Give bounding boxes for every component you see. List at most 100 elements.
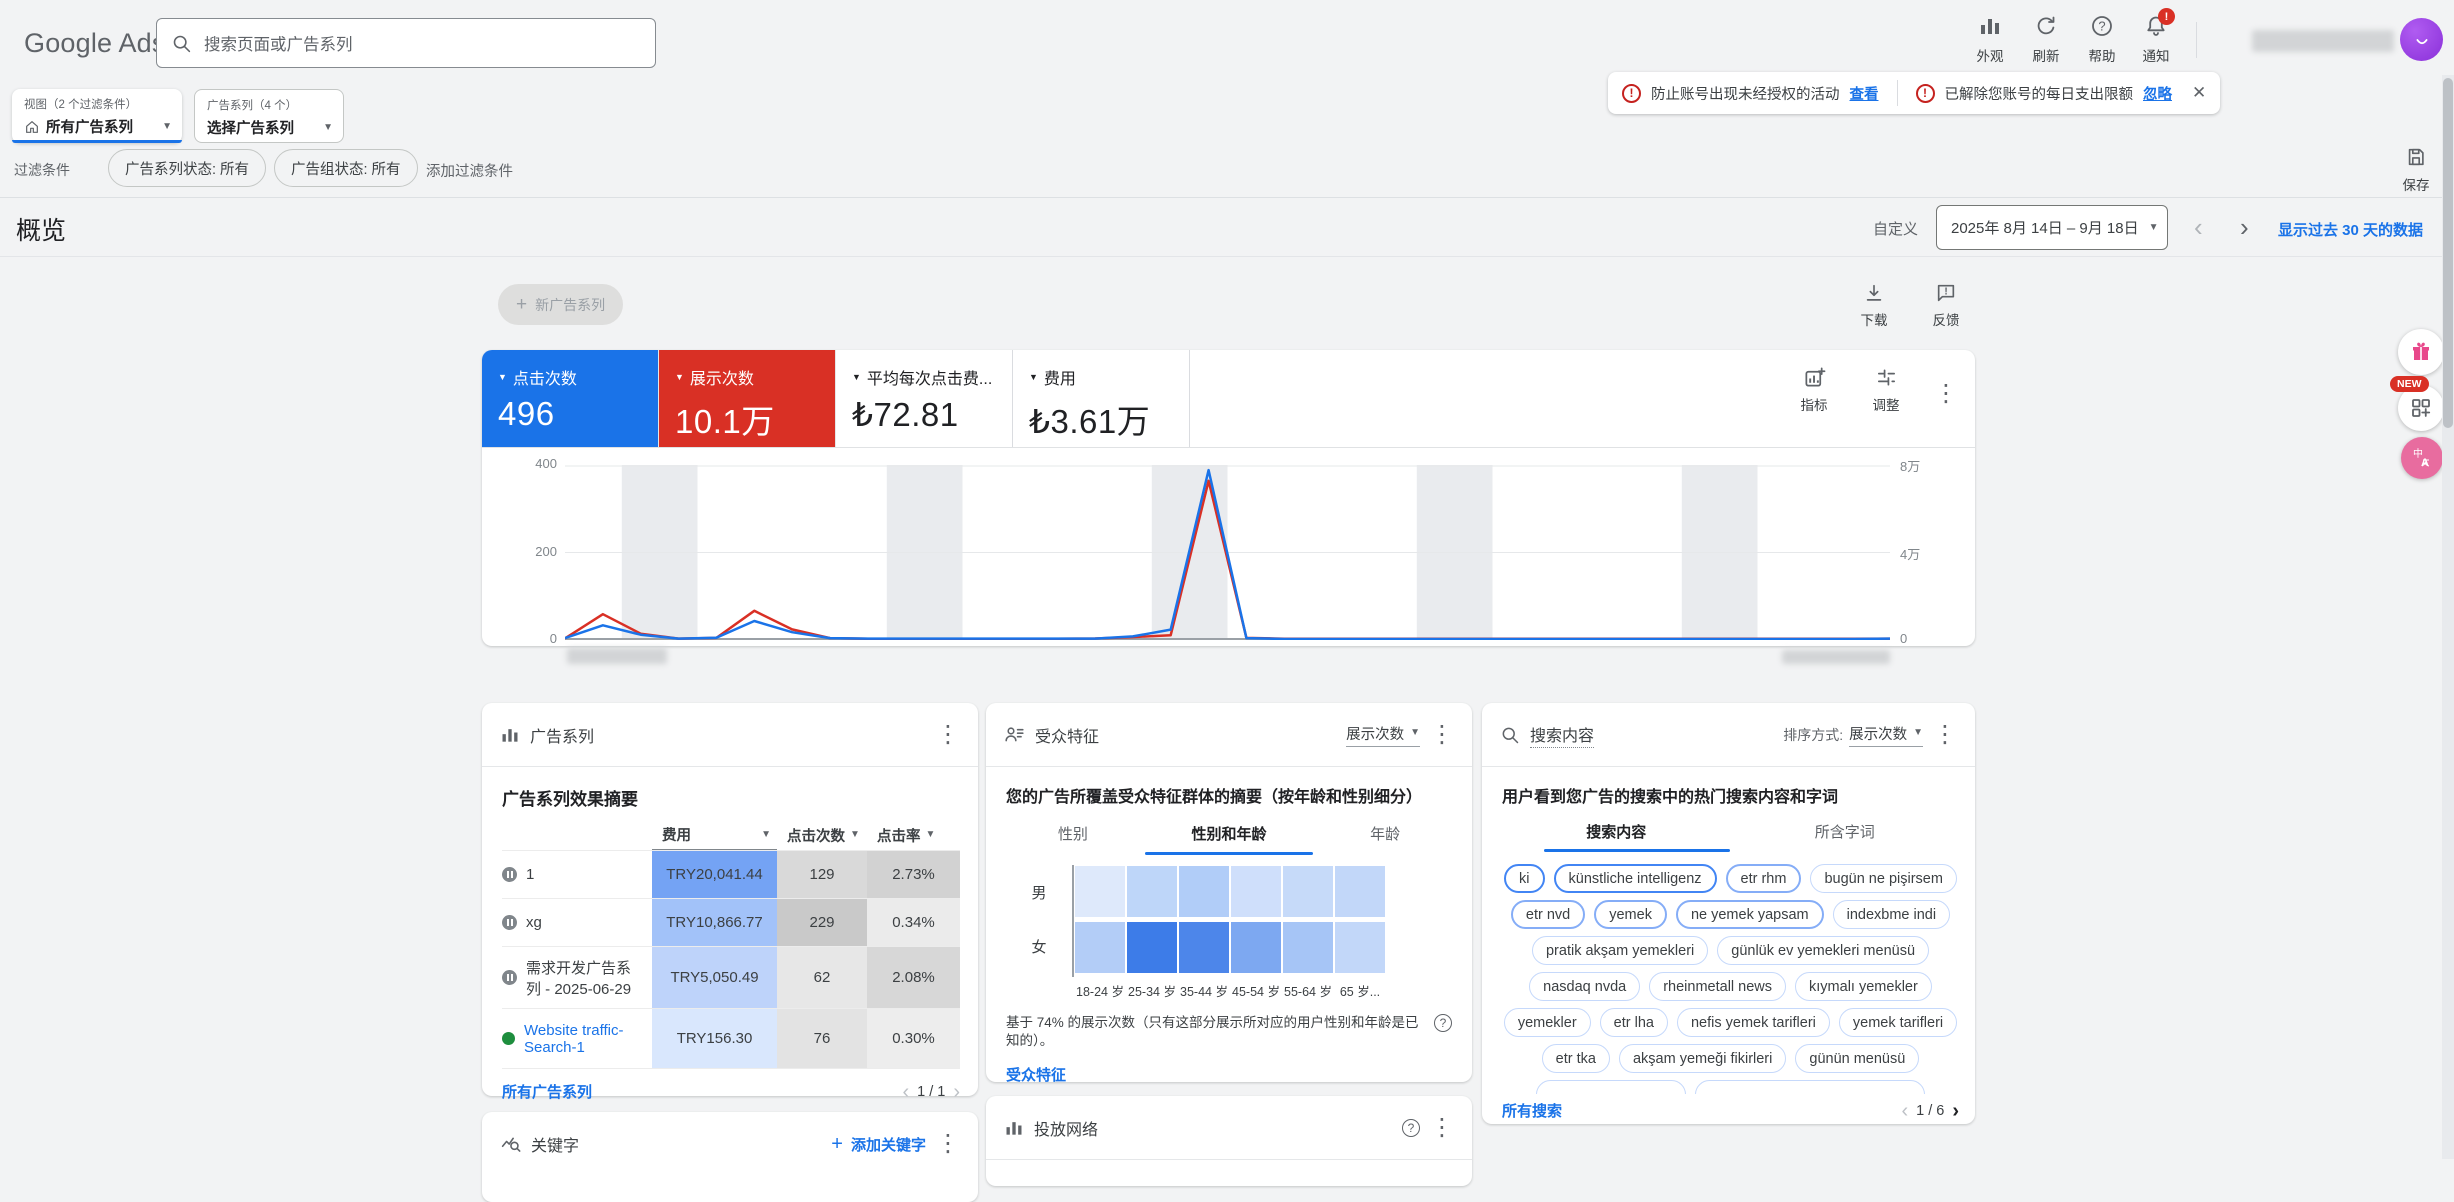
add-filter-button[interactable]: 添加过滤条件 [426, 160, 513, 181]
search-terms-tabs: 搜索内容 所含字词 [1502, 821, 1959, 842]
tab-gender-age[interactable]: 性别和年龄 [1140, 823, 1318, 844]
campaign-name[interactable]: Website traffic-Search-1 [524, 1022, 644, 1056]
demographics-card-menu-icon[interactable]: ⋮ [1430, 722, 1454, 747]
new-campaign-button[interactable]: + 新广告系列 [498, 284, 624, 325]
search-term-chip[interactable]: künstliche intelligenz [1553, 864, 1717, 893]
date-prev-chevron[interactable]: ‹ [2194, 214, 2203, 240]
scorecard-label-text: 费用 [1043, 371, 1076, 388]
search-term-chip-partial[interactable] [1695, 1080, 1925, 1094]
search-term-chip[interactable]: indexbme indi [1832, 900, 1951, 929]
campaign-picker-value: 选择广告系列 [207, 121, 294, 137]
filter-chip-campaign-status[interactable]: 广告系列状态: 所有 [108, 149, 267, 187]
search-term-chip[interactable]: günlük ev yemekleri menüsü [1717, 936, 1930, 965]
translate-button[interactable]: 中A [2401, 437, 2443, 479]
nav-notifications[interactable]: ! 通知 [2128, 8, 2184, 65]
help-icon[interactable]: ? [1434, 1014, 1452, 1032]
scorecard-cost[interactable]: ▼ 费用 ₺3.61万 [1013, 350, 1190, 447]
add-keywords-button[interactable]: + 添加关键字 [831, 1134, 926, 1155]
scrollbar-track[interactable] [2442, 75, 2454, 1159]
help-icon[interactable]: ? [1402, 1118, 1420, 1137]
date-mode-label: 自定义 [1873, 221, 1919, 238]
page-prev-chevron[interactable]: ‹ [902, 1082, 909, 1102]
column-header-ctr[interactable]: 点击率 ▼ [867, 824, 960, 850]
show-last-30-days-link[interactable]: 显示过去 30 天的数据 [2278, 219, 2423, 240]
date-next-chevron[interactable]: › [2240, 214, 2249, 240]
tab-contained-words[interactable]: 所含字词 [1731, 821, 1960, 842]
paused-status-icon [502, 867, 517, 882]
sort-label: 排序方式: [1783, 726, 1844, 743]
search-term-chip[interactable]: yemek [1594, 900, 1667, 929]
search-term-chip[interactable]: nasdaq nvda [1529, 972, 1641, 1001]
nav-refresh[interactable]: 刷新 [2018, 14, 2074, 65]
nav-appearance[interactable]: 外观 [1962, 14, 2018, 65]
date-range-picker[interactable]: 2025年 8月 14日 – 9月 18日 ▼ [1936, 205, 2168, 250]
demographics-link[interactable]: 受众特征 [1006, 1064, 1066, 1085]
search-term-chip[interactable]: ki [1504, 864, 1545, 893]
toast-ignore-link[interactable]: 忽略 [2143, 83, 2172, 104]
networks-card-menu-icon[interactable]: ⋮ [1430, 1115, 1454, 1140]
search-term-chip-partial[interactable] [1536, 1080, 1686, 1094]
global-search-box[interactable]: 搜索页面或广告系列 [156, 18, 656, 68]
campaign-picker[interactable]: 广告系列（4 个） 选择广告系列 ▼ [194, 89, 344, 143]
table-row[interactable]: 1 TRY20,041.44 129 2.73% [502, 850, 960, 898]
nav-help[interactable]: ? 帮助 [2074, 14, 2130, 65]
campaigns-card-menu-icon[interactable]: ⋮ [936, 722, 960, 747]
warning-icon: ! [1622, 83, 1641, 103]
search-term-chip[interactable]: rheinmetall news [1649, 972, 1787, 1001]
scrollbar-thumb[interactable] [2443, 78, 2453, 428]
google-ads-logo[interactable]: Google Ads [24, 28, 166, 59]
table-row[interactable]: xg TRY10,866.77 229 0.34% [502, 898, 960, 946]
toast-close-icon[interactable]: ✕ [2192, 83, 2206, 103]
search-term-chip[interactable]: yemekler [1503, 1008, 1591, 1037]
all-campaigns-link[interactable]: 所有广告系列 [502, 1081, 592, 1102]
column-header-clicks[interactable]: 点击次数 ▼ [777, 824, 867, 850]
table-row[interactable]: 需求开发广告系列 - 2025-06-29 TRY5,050.49 62 2.08% [502, 946, 960, 1008]
filter-chip-adgroup-status[interactable]: 广告组状态: 所有 [274, 149, 418, 187]
search-term-chip[interactable]: etr nvd [1510, 900, 1586, 929]
feedback-button[interactable]: ! 反馈 [1920, 282, 1972, 329]
bar-chart-icon [1006, 1121, 1022, 1135]
cost-cell: TRY5,050.49 [652, 947, 777, 1008]
chart-card-menu-icon[interactable]: ⋮ [1934, 382, 1958, 406]
search-term-chip[interactable]: günün menüsü [1795, 1044, 1920, 1073]
table-row[interactable]: Website traffic-Search-1 TRY156.30 76 0.30% [502, 1008, 960, 1068]
search-term-chip[interactable]: etr rhm [1725, 864, 1802, 893]
view-picker[interactable]: 视图（2 个过滤条件） 所有广告系列 ▼ [12, 89, 182, 143]
search-term-chip[interactable]: kıymalı yemekler [1795, 972, 1932, 1001]
search-term-chip[interactable]: nefis yemek tarifleri [1676, 1008, 1830, 1037]
search-terms-card-menu-icon[interactable]: ⋮ [1933, 722, 1957, 747]
search-term-chip[interactable]: akşam yemeği fikirleri [1618, 1044, 1787, 1073]
sort-dropdown[interactable]: 展示次数 ▼ [1849, 723, 1923, 747]
account-avatar[interactable] [2400, 18, 2443, 61]
search-term-chip[interactable]: pratik akşam yemekleri [1531, 936, 1709, 965]
scorecard-impressions[interactable]: ▼ 展示次数 10.1万 [659, 350, 836, 447]
column-header-cost[interactable]: 费用 ▼ [652, 824, 777, 850]
search-term-chip[interactable]: etr tka [1541, 1044, 1610, 1073]
tab-age[interactable]: 年龄 [1318, 823, 1452, 844]
search-term-chip[interactable]: yemek tarifleri [1838, 1008, 1958, 1037]
scorecard-avg-cpc[interactable]: ▼ 平均每次点击费... ₺72.81 [836, 350, 1013, 447]
download-button[interactable]: 下载 [1848, 282, 1900, 329]
promo-gift-button[interactable] [2398, 329, 2444, 375]
adjust-button[interactable]: 调整 [1859, 366, 1913, 414]
page-next-chevron[interactable]: › [1952, 1101, 1959, 1121]
metrics-button[interactable]: 指标 [1787, 366, 1841, 414]
toast-view-link[interactable]: 查看 [1850, 83, 1879, 104]
ctr-cell: 2.73% [867, 851, 960, 898]
search-term-chip[interactable]: bugün ne pişirsem [1810, 864, 1957, 893]
heatmap-col-label: 45-54 岁 [1232, 985, 1280, 999]
search-term-chip[interactable]: etr lha [1599, 1008, 1668, 1037]
campaign-name: 1 [526, 866, 535, 883]
search-term-chip[interactable]: ne yemek yapsam [1675, 900, 1824, 929]
demographics-metric-dropdown[interactable]: 展示次数 ▼ [1346, 723, 1420, 747]
page-next-chevron[interactable]: › [953, 1082, 960, 1102]
filterbar-label: 过滤条件 [14, 162, 70, 178]
save-button[interactable]: 保存 [2388, 146, 2444, 194]
tab-gender[interactable]: 性别 [1006, 823, 1140, 844]
page-prev-chevron[interactable]: ‹ [1901, 1101, 1908, 1121]
tab-search-terms[interactable]: 搜索内容 [1502, 821, 1731, 842]
clicks-cell: 129 [777, 851, 867, 898]
keywords-card-menu-icon[interactable]: ⋮ [936, 1132, 960, 1156]
scorecard-clicks[interactable]: ▼ 点击次数 496 [482, 350, 659, 447]
all-searches-link[interactable]: 所有搜索 [1502, 1100, 1562, 1121]
